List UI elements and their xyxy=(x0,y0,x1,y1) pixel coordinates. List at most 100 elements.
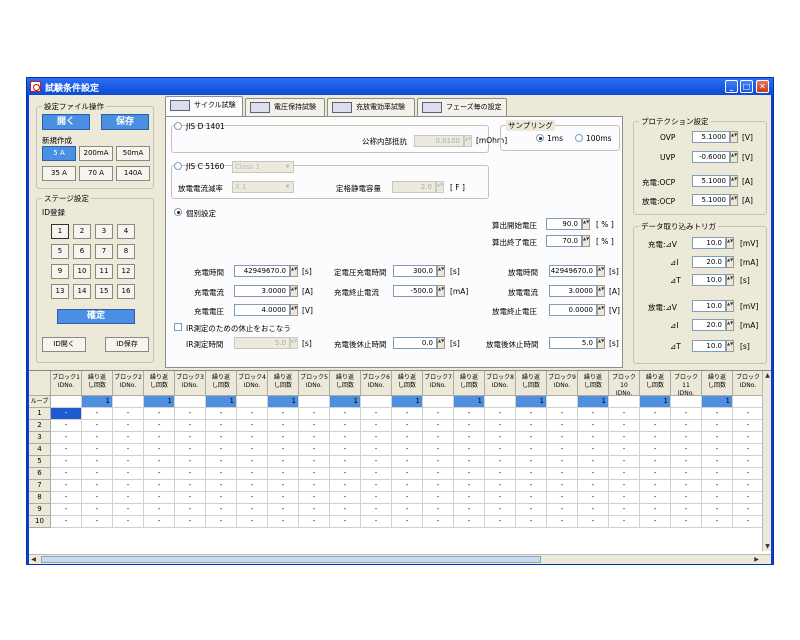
table-cell[interactable]: - xyxy=(113,420,144,432)
table-cell[interactable]: - xyxy=(330,444,361,456)
table-cell[interactable]: - xyxy=(640,468,671,480)
table-cell[interactable]: - xyxy=(361,408,392,420)
table-cell[interactable]: - xyxy=(640,444,671,456)
loop-cell[interactable] xyxy=(361,396,392,408)
table-cell[interactable]: - xyxy=(361,468,392,480)
grid-column-header[interactable]: 繰り返 し回数 xyxy=(206,371,237,396)
table-cell[interactable]: - xyxy=(609,516,640,528)
table-cell[interactable]: - xyxy=(454,516,485,528)
uvp-spinner[interactable]: ▲▼ xyxy=(730,151,738,163)
table-cell[interactable]: - xyxy=(144,432,175,444)
sampling-100ms-radio[interactable] xyxy=(575,134,583,142)
grid-column-header[interactable]: ブロック1 IDNo. xyxy=(51,371,82,396)
table-cell[interactable]: - xyxy=(268,444,299,456)
table-cell[interactable]: - xyxy=(330,432,361,444)
table-cell[interactable]: - xyxy=(113,480,144,492)
table-cell[interactable]: - xyxy=(733,468,764,480)
table-cell[interactable]: - xyxy=(578,444,609,456)
table-cell[interactable]: - xyxy=(113,432,144,444)
charge-end-current-input[interactable]: -500.0 xyxy=(393,285,437,297)
table-cell[interactable]: - xyxy=(392,408,423,420)
table-cell[interactable]: - xyxy=(485,420,516,432)
individual-setting-radio[interactable] xyxy=(174,208,182,216)
table-cell[interactable]: - xyxy=(237,468,268,480)
table-cell[interactable]: - xyxy=(423,516,454,528)
table-cell[interactable]: - xyxy=(237,504,268,516)
table-cell[interactable]: - xyxy=(516,492,547,504)
discharge-ocp-input[interactable]: 5.1000 xyxy=(692,194,730,206)
table-cell[interactable]: - xyxy=(578,432,609,444)
table-cell[interactable]: - xyxy=(51,504,82,516)
grid-column-header[interactable]: 繰り返 し回数 xyxy=(454,371,485,396)
table-cell[interactable]: - xyxy=(392,444,423,456)
table-cell[interactable]: - xyxy=(516,408,547,420)
id-open-button[interactable]: ID開く xyxy=(42,337,86,352)
minimize-icon[interactable]: _ xyxy=(725,80,738,93)
table-cell[interactable]: - xyxy=(423,468,454,480)
discharge-time-spinner[interactable]: ▲▼ xyxy=(597,265,605,277)
table-cell[interactable]: - xyxy=(733,504,764,516)
scroll-down-icon[interactable]: ▼ xyxy=(763,542,772,551)
loop-cell[interactable]: 1 xyxy=(640,396,671,408)
id-button-9[interactable]: 9 xyxy=(51,264,69,279)
table-cell[interactable]: - xyxy=(423,420,454,432)
maximize-icon[interactable]: □ xyxy=(740,80,753,93)
discharge-di-spinner[interactable]: ▲▼ xyxy=(726,319,734,331)
charge-time-input[interactable]: 42949670.0 xyxy=(234,265,290,277)
table-cell[interactable]: - xyxy=(609,444,640,456)
table-cell[interactable]: - xyxy=(392,492,423,504)
scroll-up-icon[interactable]: ▲ xyxy=(763,371,772,380)
table-cell[interactable]: - xyxy=(609,480,640,492)
charge-voltage-input[interactable]: 4.0000 xyxy=(234,304,290,316)
table-cell[interactable]: - xyxy=(206,444,237,456)
charge-ocp-spinner[interactable]: ▲▼ xyxy=(730,175,738,187)
table-cell[interactable]: - xyxy=(299,492,330,504)
table-cell[interactable]: - xyxy=(237,492,268,504)
table-cell[interactable]: - xyxy=(454,456,485,468)
ir-time-spinner[interactable]: ▲▼ xyxy=(290,337,298,349)
grid-column-header[interactable]: ブロック4 IDNo. xyxy=(237,371,268,396)
table-cell[interactable]: - xyxy=(51,516,82,528)
loop-cell[interactable] xyxy=(175,396,206,408)
table-cell[interactable]: - xyxy=(144,516,175,528)
confirm-button[interactable]: 確定 xyxy=(57,309,135,324)
table-cell[interactable]: - xyxy=(299,408,330,420)
table-cell[interactable]: - xyxy=(175,420,206,432)
table-cell[interactable]: - xyxy=(144,456,175,468)
id-button-15[interactable]: 15 xyxy=(95,284,113,299)
grid-column-header[interactable]: 繰り返 し回数 xyxy=(640,371,671,396)
table-cell[interactable]: - xyxy=(299,444,330,456)
charge-time-spinner[interactable]: ▲▼ xyxy=(290,265,298,277)
table-cell[interactable]: - xyxy=(454,420,485,432)
table-cell[interactable]: - xyxy=(51,492,82,504)
table-cell[interactable]: - xyxy=(640,456,671,468)
table-cell[interactable]: - xyxy=(547,468,578,480)
table-cell[interactable]: - xyxy=(113,444,144,456)
table-cell[interactable]: - xyxy=(454,504,485,516)
table-cell[interactable]: - xyxy=(702,468,733,480)
table-cell[interactable]: - xyxy=(268,432,299,444)
table-cell[interactable]: - xyxy=(609,492,640,504)
loop-cell[interactable]: 1 xyxy=(516,396,547,408)
table-cell[interactable]: - xyxy=(578,456,609,468)
grid-row-header[interactable]: 5 xyxy=(29,456,51,468)
scroll-right-icon[interactable]: ▶ xyxy=(752,555,761,564)
grid-column-header[interactable]: 繰り返 し回数 xyxy=(330,371,361,396)
loop-cell[interactable] xyxy=(237,396,268,408)
table-cell[interactable]: - xyxy=(485,480,516,492)
table-cell[interactable]: - xyxy=(485,456,516,468)
table-cell[interactable]: - xyxy=(640,408,671,420)
table-cell[interactable]: - xyxy=(702,420,733,432)
table-cell[interactable]: - xyxy=(175,492,206,504)
grid-column-header[interactable]: ブロック10 IDNo. xyxy=(609,371,640,396)
table-cell[interactable]: - xyxy=(733,420,764,432)
table-cell[interactable]: - xyxy=(175,456,206,468)
id-button-3[interactable]: 3 xyxy=(95,224,113,239)
table-cell[interactable]: - xyxy=(361,432,392,444)
loop-cell[interactable] xyxy=(299,396,330,408)
grid-row-header[interactable]: 9 xyxy=(29,504,51,516)
table-cell[interactable]: - xyxy=(82,456,113,468)
loop-cell[interactable]: 1 xyxy=(702,396,733,408)
table-cell[interactable]: - xyxy=(113,492,144,504)
after-charge-pause-input[interactable]: 0.0 xyxy=(393,337,437,349)
